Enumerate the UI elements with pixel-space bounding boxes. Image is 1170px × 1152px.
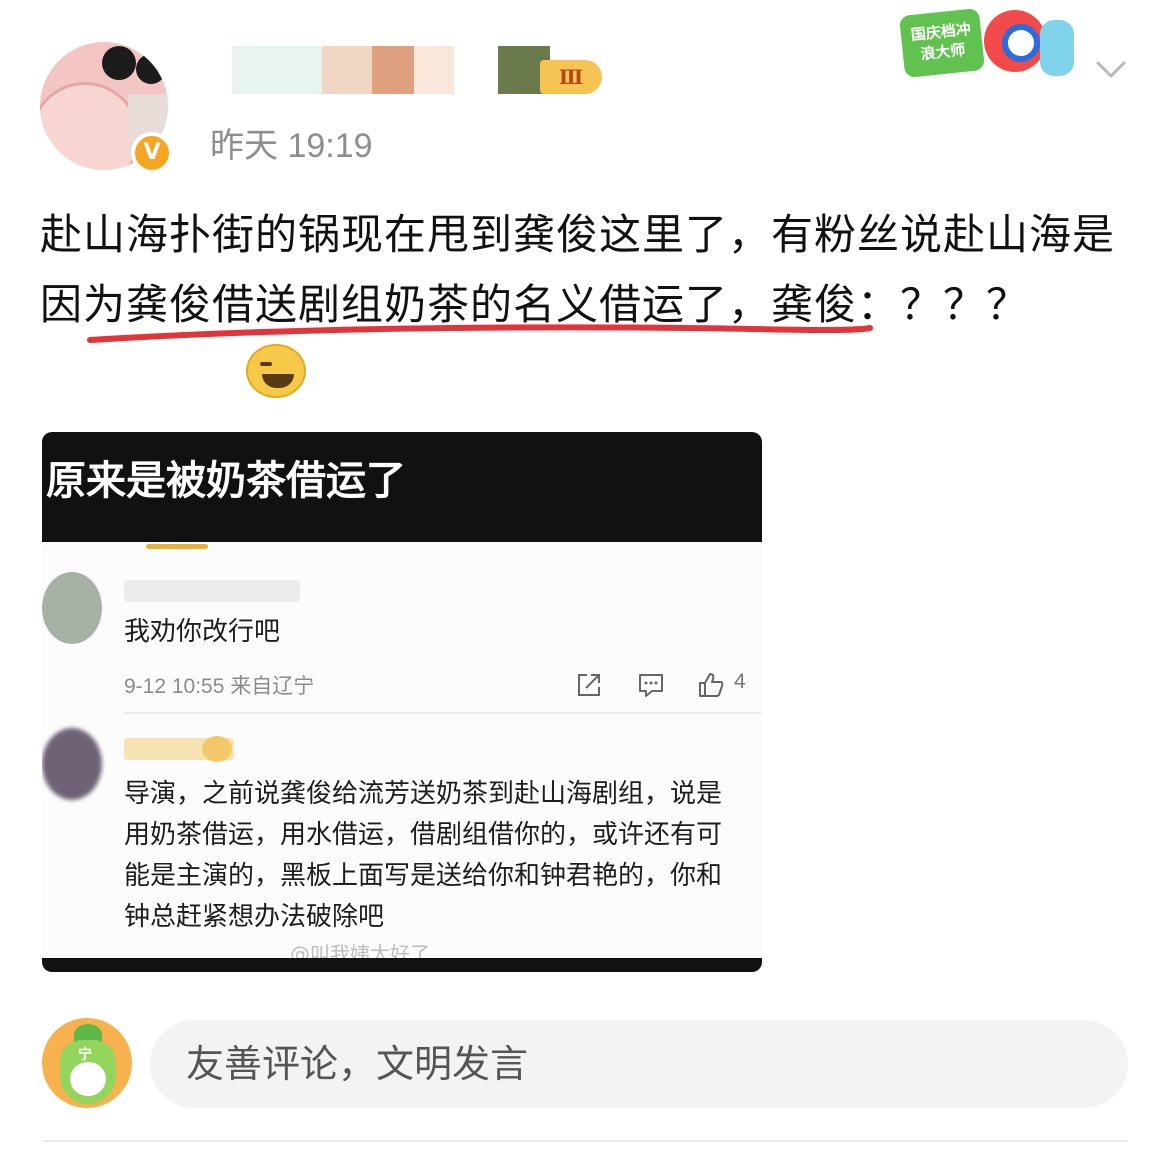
embedded-screenshot[interactable]: 原来是被奶茶借运了 我劝你改行吧 9-12 10:55 来自辽宁 4 导演，之前…: [42, 432, 762, 972]
author-name-blurred[interactable]: [232, 46, 322, 94]
post-timestamp: 昨天 19:19: [210, 127, 373, 165]
comment-input[interactable]: [150, 1020, 1128, 1108]
comment-text: 导演，之前说龚俊给流芳送奶茶到赴山海剧组，说是用奶茶借运，用水借运，借剧组借你的…: [124, 779, 723, 932]
share-icon: [578, 674, 600, 696]
avatar-tag: 宁: [78, 1047, 92, 1063]
comment-text: 我劝你改行吧: [124, 617, 281, 647]
bottom-divider: [42, 1140, 1128, 1142]
like-count: 4: [734, 670, 746, 693]
weibo-post-page: V Ⅲ 昨天 19:19 国庆档冲浪大师 赴山海扑街的锅现在甩到龚俊这里了，有粉…: [0, 0, 1170, 1152]
commenter-badge-blurred: [202, 736, 232, 762]
author-name-blurred: [322, 46, 372, 94]
author-name-blurred: [414, 46, 454, 94]
avatar-face: [40, 82, 140, 170]
event-badge[interactable]: 国庆档冲浪大师: [898, 6, 1080, 90]
avatar-face: [70, 1062, 106, 1096]
sprite-icon: [1040, 20, 1074, 76]
avatar-ear: [102, 46, 136, 80]
comment-divider: [124, 712, 762, 714]
commenter-avatar: [42, 572, 102, 644]
embed-header: 原来是被奶茶借运了: [42, 432, 762, 542]
embed-title: 原来是被奶茶借运了: [46, 458, 406, 504]
mascot-icon: [984, 10, 1046, 72]
verified-badge: V: [131, 132, 173, 174]
my-avatar[interactable]: 宁: [42, 1018, 132, 1108]
grinning-sweat-emoji: [246, 344, 306, 398]
comment-meta: 9-12 10:55 来自辽宁: [124, 675, 315, 698]
embed-footer: [42, 958, 762, 972]
comment-icon: [639, 674, 663, 697]
thumbs-up-icon: [699, 673, 724, 697]
red-underline-annotation: [87, 324, 873, 343]
event-badge-label: 国庆档冲浪大师: [898, 7, 986, 79]
chevron-down-icon[interactable]: [1094, 52, 1128, 86]
commenter-avatar: [42, 728, 102, 800]
author-name-blurred: [372, 46, 414, 94]
avatar-ear: [136, 54, 166, 84]
commenter-name-blurred: [124, 580, 300, 602]
level-badge[interactable]: Ⅲ: [540, 60, 602, 94]
tab-indicator: [146, 544, 208, 549]
